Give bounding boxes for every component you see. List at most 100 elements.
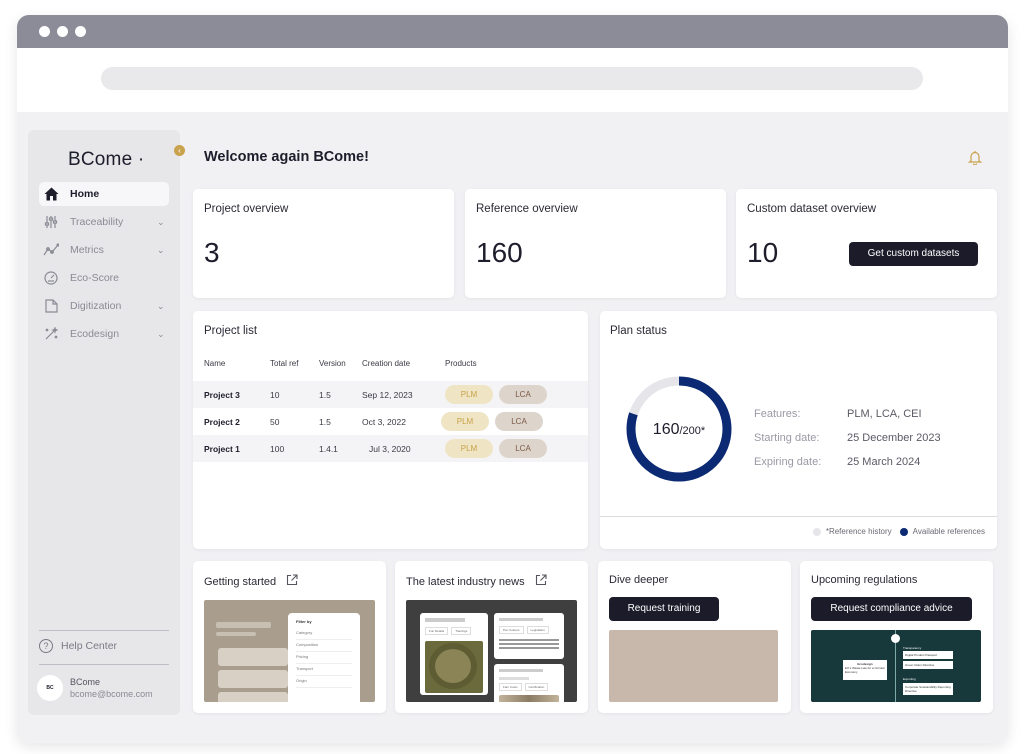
column-header[interactable]: Total ref (270, 359, 319, 368)
donut-total-value: /200* (680, 425, 706, 437)
document-icon (43, 298, 59, 314)
sidebar-item-label: Eco-Score (70, 272, 120, 284)
filter-item: Pricing (296, 654, 352, 664)
user-profile[interactable]: BC BCome bcome@bcome.com (37, 675, 153, 701)
product-tag-lca[interactable]: LCA (499, 439, 547, 458)
collapse-sidebar-button[interactable]: ‹ (174, 145, 185, 156)
column-header[interactable]: Name (193, 359, 270, 368)
browser-toolbar (17, 48, 1008, 112)
product-tag-plm[interactable]: PLM (441, 412, 489, 431)
sliders-icon (43, 214, 59, 230)
sidebar-item-metrics[interactable]: Metrics ⌄ (39, 238, 169, 262)
sidebar-nav: Home Traceability ⌄ Metrics ⌄ Eco-Score … (39, 182, 169, 350)
column-header[interactable]: Version (319, 359, 362, 368)
products: PLM LCA (445, 439, 547, 458)
legend-label: *Reference history (825, 527, 892, 536)
get-custom-datasets-button[interactable]: Get custom datasets (849, 242, 978, 266)
news-tag: Pon Colours (499, 626, 524, 634)
news-tag: Certification (524, 683, 549, 691)
product-tag-lca[interactable]: LCA (495, 412, 543, 431)
legend-label: Available references (912, 527, 985, 536)
request-training-button[interactable]: Request training (609, 597, 719, 621)
version: 1.5 (319, 389, 331, 400)
industry-news-thumbnail[interactable]: Fun Details Trainings Pon Colours Legisl… (406, 600, 577, 702)
card-title: Project overview (204, 203, 289, 215)
upcoming-regulations-card: Upcoming regulations Request compliance … (800, 561, 993, 713)
project-name: Project 1 (204, 443, 240, 454)
project-name: Project 3 (204, 389, 240, 400)
card-title: The latest industry news (406, 574, 547, 589)
app-logo[interactable]: BCome · (68, 149, 144, 171)
sidebar-item-label: Home (70, 188, 100, 200)
version: 1.5 (319, 416, 331, 427)
version: 1.4.1 (319, 443, 338, 454)
plan-info-row: Features: PLM, LCA, CEI (754, 408, 941, 432)
external-link-icon[interactable] (535, 574, 547, 589)
product-tag-lca[interactable]: LCA (499, 385, 547, 404)
divider (600, 516, 997, 517)
product-tag-plm[interactable]: PLM (445, 439, 493, 458)
getting-started-card[interactable]: Getting started Filter by Category Compo… (193, 561, 386, 713)
table-body: Project 3 10 1.5 Sep 12, 2023 PLM LCA Pr… (193, 381, 588, 462)
custom-dataset-overview-card[interactable]: Custom dataset overview 10 Get custom da… (736, 189, 997, 298)
sidebar-item-label: Digitization (70, 300, 122, 312)
window-close-dot[interactable] (39, 26, 50, 37)
sidebar-item-ecodesign[interactable]: Ecodesign ⌄ (39, 322, 169, 346)
regulations-diagram: Transparency Digital Product Passport Gr… (811, 630, 981, 702)
column-header[interactable]: Creation date (362, 359, 445, 368)
donut-label: 160/200* (653, 421, 706, 438)
chevron-down-icon[interactable]: ⌄ (157, 217, 169, 228)
diagram-label: Transparency (903, 646, 922, 650)
sidebar-item-digitization[interactable]: Digitization ⌄ (39, 294, 169, 318)
creation-date: Oct 3, 2022 (362, 416, 406, 427)
card-title: Upcoming regulations (811, 574, 918, 586)
diagram-ecodesign-box: Ecodesign EU's Waste Law for a Circular … (843, 660, 887, 680)
custom-dataset-count: 10 (747, 237, 779, 268)
card-title-text: Getting started (204, 575, 277, 588)
project-count: 3 (204, 237, 220, 268)
column-header[interactable]: Products (445, 359, 477, 368)
chevron-down-icon[interactable]: ⌄ (157, 245, 169, 256)
request-compliance-advice-button[interactable]: Request compliance advice (811, 597, 972, 621)
window-minimize-dot[interactable] (57, 26, 68, 37)
plan-info-value: PLM, LCA, CEI (847, 408, 922, 420)
diagram-item: EU's Waste Law for a Circular Economy (845, 666, 885, 674)
divider (39, 664, 169, 665)
project-table: Name Total ref Version Creation date Pro… (193, 353, 588, 462)
sidebar-item-eco-score[interactable]: Eco-Score (39, 266, 169, 290)
products: PLM LCA (445, 385, 547, 404)
product-tag-plm[interactable]: PLM (445, 385, 493, 404)
divider (39, 630, 169, 631)
project-overview-card[interactable]: Project overview 3 (193, 189, 454, 298)
getting-started-thumbnail[interactable]: Filter by Category Composition Pricing T… (204, 600, 375, 702)
project-name: Project 2 (204, 416, 240, 427)
chevron-down-icon[interactable]: ⌄ (157, 301, 169, 312)
table-row[interactable]: Project 1 100 1.4.1 Jul 3, 2020 PLM LCA (193, 435, 588, 462)
magic-wand-icon (43, 326, 59, 342)
filter-item: Category (296, 630, 352, 640)
sidebar-item-home[interactable]: Home (39, 182, 169, 206)
total-ref: 100 (270, 443, 285, 454)
industry-news-card[interactable]: The latest industry news Fun Details Tra… (395, 561, 588, 713)
sidebar: BCome · ‹ Home Traceability ⌄ Metrics ⌄ … (28, 130, 185, 715)
news-tag: Fam Costs (499, 683, 522, 691)
user-email: bcome@bcome.com (70, 689, 153, 699)
diagram-item: Digital Product Passport (903, 651, 953, 659)
sidebar-item-traceability[interactable]: Traceability ⌄ (39, 210, 169, 234)
table-row[interactable]: Project 2 50 1.5 Oct 3, 2022 PLM LCA (193, 408, 588, 435)
chevron-down-icon[interactable]: ⌄ (157, 329, 169, 340)
filter-item: Composition (296, 642, 352, 652)
project-list-card: Project list Name Total ref Version Crea… (193, 311, 588, 549)
window-maximize-dot[interactable] (75, 26, 86, 37)
address-bar[interactable] (101, 67, 923, 90)
reference-overview-card[interactable]: Reference overview 160 (465, 189, 726, 298)
external-link-icon[interactable] (286, 574, 298, 589)
card-title: Custom dataset overview (747, 203, 877, 215)
table-row[interactable]: Project 3 10 1.5 Sep 12, 2023 PLM LCA (193, 381, 588, 408)
plan-usage-donut: 160/200* (626, 376, 732, 482)
card-title: Reference overview (476, 203, 578, 215)
help-center-link[interactable]: ? Help Center (39, 639, 117, 653)
dive-deeper-image (609, 630, 778, 702)
sidebar-item-label: Ecodesign (70, 328, 120, 340)
notifications-bell-icon[interactable] (967, 150, 983, 170)
